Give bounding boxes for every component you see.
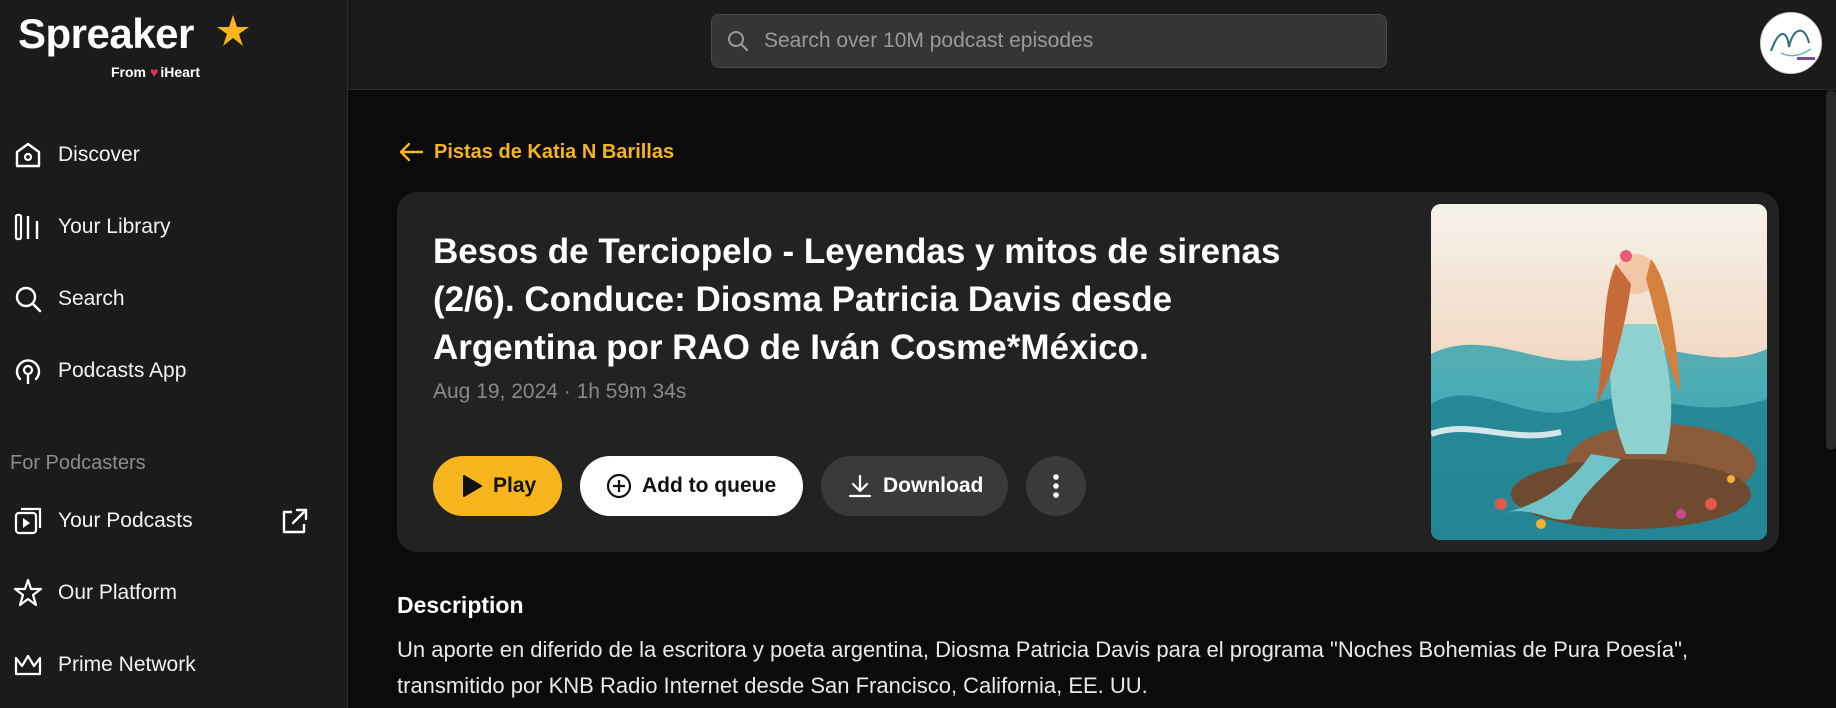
sidebar-item-search[interactable]: Search [12, 277, 125, 321]
star-icon [12, 577, 44, 609]
sidebar-item-our-platform[interactable]: Our Platform [12, 571, 177, 615]
sidebar-item-label: Your Podcasts [58, 509, 193, 532]
iheart-icon: ♥ [150, 64, 159, 80]
sidebar-item-label: Search [58, 287, 125, 310]
search-box[interactable] [711, 14, 1387, 68]
play-icon [461, 474, 483, 498]
sidebar-item-podcasts-app[interactable]: Podcasts App [12, 349, 186, 393]
home-icon [12, 139, 44, 171]
add-to-queue-label: Add to queue [642, 474, 777, 497]
episode-actions: Play Add to queue Download [433, 456, 1086, 516]
description-text: Un aporte en diferido de la escritora y … [397, 637, 1689, 698]
more-options-button[interactable] [1026, 456, 1086, 516]
sidebar-item-your-library[interactable]: Your Library [12, 205, 170, 249]
download-button[interactable]: Download [821, 456, 1008, 516]
top-bar [348, 0, 1836, 90]
search-icon [12, 283, 44, 315]
back-link-label: Pistas de Katia N Barillas [434, 140, 675, 163]
external-link-icon[interactable] [278, 506, 310, 538]
avatar[interactable] [1760, 12, 1822, 74]
more-vertical-icon [1052, 473, 1060, 499]
sidebar-item-label: Our Platform [58, 581, 178, 604]
avatar-logo-image [1761, 13, 1821, 73]
logo-partner: iHeart [160, 64, 200, 80]
sidebar-item-label: Discover [58, 143, 140, 166]
download-icon [847, 473, 873, 499]
mermaid-illustration [1431, 204, 1767, 540]
crown-icon [12, 649, 44, 681]
add-to-queue-button[interactable]: Add to queue [580, 456, 803, 516]
episode-card: Besos de Terciopelo - Leyendas y mitos d… [397, 192, 1779, 552]
arrow-left-icon [398, 139, 424, 165]
play-square-icon [12, 505, 44, 537]
add-circle-icon [606, 473, 632, 499]
episode-cover-image [1431, 204, 1767, 540]
logo-subtitle: From ♥ iHeart [111, 64, 200, 80]
sidebar-item-prime-network[interactable]: Prime Network [12, 643, 196, 687]
back-link[interactable]: Pistas de Katia N Barillas [398, 139, 674, 165]
podcast-icon [12, 355, 44, 387]
download-label: Download [883, 474, 984, 497]
search-input[interactable] [762, 28, 1326, 54]
sidebar: Spreaker From ♥ iHeart Discover Your Libra… [0, 0, 348, 708]
sidebar-item-label: Prime Network [58, 653, 196, 676]
library-icon [12, 211, 44, 243]
section-label-for-podcasters: For Podcasters [10, 452, 146, 474]
episode-title: Besos de Terciopelo - Leyendas y mitos d… [433, 232, 1281, 367]
play-button-label: Play [493, 474, 537, 497]
sidebar-item-label: Your Library [58, 215, 171, 238]
logo-star-icon [217, 15, 249, 46]
search-icon [726, 29, 750, 53]
description-heading: Description [397, 592, 524, 618]
spreaker-logo[interactable]: Spreaker From ♥ iHeart [18, 10, 249, 80]
logo-from-label: From [111, 64, 146, 80]
sidebar-item-discover[interactable]: Discover [12, 133, 140, 177]
logo-wordmark: Spreaker [18, 10, 194, 57]
sidebar-item-label: Podcasts App [58, 359, 187, 382]
sidebar-item-your-podcasts[interactable]: Your Podcasts [12, 499, 193, 543]
scrollbar[interactable] [1826, 90, 1836, 450]
episode-meta: Aug 19, 2024 · 1h 59m 34s [433, 380, 687, 403]
play-button[interactable]: Play [433, 456, 562, 516]
